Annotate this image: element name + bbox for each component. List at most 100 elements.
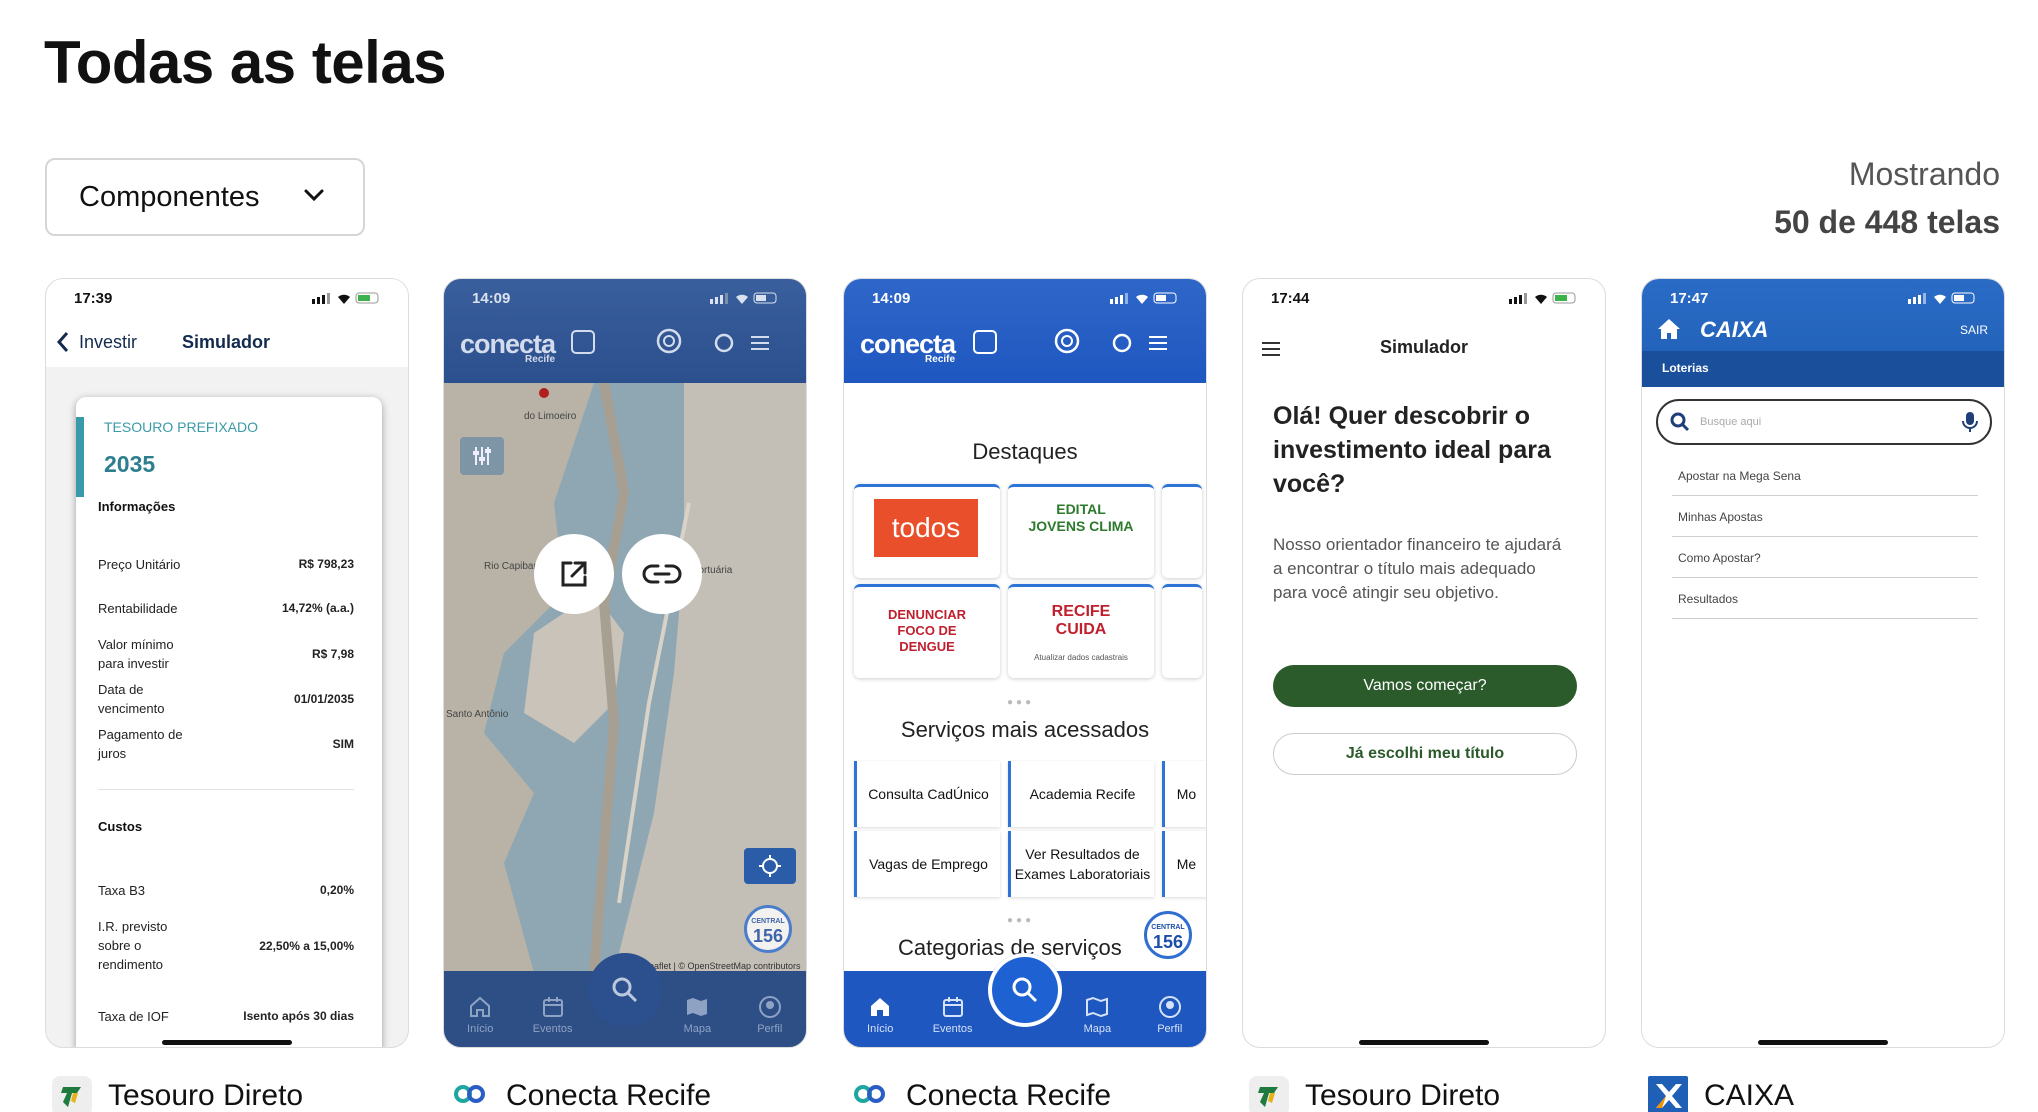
section-servicos: Serviços mais acessados	[900, 717, 1150, 742]
locate-button[interactable]	[744, 848, 796, 884]
destaque-card-jovens-clima[interactable]: EDITAL JOVENS CLIMA	[1008, 484, 1154, 578]
row-label: Valor mínimo para investir	[98, 637, 174, 671]
search-fab[interactable]	[988, 953, 1062, 1027]
calendar-icon	[942, 997, 963, 1017]
cost-row: I.R. previsto sobre o rendimento 22,50% a…	[98, 917, 354, 974]
central-number: 156	[752, 926, 784, 946]
screen-card-tesouro-welcome[interactable]: 17:44 Simulador Olá! Quer descobrir o in…	[1242, 278, 1606, 1048]
status-time: 14:09	[872, 289, 911, 307]
conecta-recife-logo	[450, 1076, 490, 1112]
menu-item-como-apostar[interactable]: Como Apostar?	[1672, 537, 1978, 578]
conectazap-icon[interactable]	[654, 327, 684, 357]
nav-label: Perfil	[757, 1023, 783, 1035]
home-indicator	[162, 1040, 292, 1045]
row-label: Taxa B3	[98, 883, 145, 898]
screen-card-conecta-home[interactable]: 14:09 conecta Recife Destaques todos EDIT…	[843, 278, 1207, 1048]
link-icon	[642, 564, 682, 584]
microphone-icon[interactable]	[1962, 411, 1978, 433]
home-icon	[470, 996, 491, 1017]
coin-icon[interactable]	[1112, 333, 1132, 353]
row-label: I.R. previsto sobre o rendimento	[98, 919, 168, 972]
status-time: 17:47	[1670, 289, 1709, 307]
status-icons	[1110, 292, 1180, 304]
nav-inicio[interactable]: Início	[854, 995, 906, 1035]
status-icons	[1908, 292, 1978, 304]
conectazap-icon[interactable]	[1052, 327, 1082, 357]
section-info: Informações	[98, 499, 176, 514]
row-label: Pagamento de juros	[98, 727, 183, 761]
prefeitura-badge-icon	[973, 330, 997, 354]
menu-item-minhas-apostas[interactable]: Minhas Apostas	[1672, 496, 1978, 537]
nav-label: Mapa	[683, 1023, 712, 1035]
service-resultados-exames[interactable]: Ver Resultados de Exames Laboratoriais	[1008, 831, 1154, 897]
card-caption[interactable]: CAIXA	[1648, 1076, 1794, 1112]
destaque-text: DENUNCIAR FOCO DE DENGUE	[888, 607, 966, 654]
destaque-card-todos[interactable]: todos	[854, 484, 1000, 578]
choose-title-button[interactable]: Já escolhi meu título	[1273, 733, 1577, 775]
logout-link[interactable]: SAIR	[1960, 323, 1988, 337]
copy-link-button[interactable]	[622, 534, 702, 614]
card-caption[interactable]: Tesouro Direto	[52, 1076, 303, 1112]
screen-card-caixa-loterias[interactable]: 17:47 CAIXA SAIR Loterias Busque aqui Ap…	[1641, 278, 2005, 1048]
nav-eventos[interactable]: Eventos	[927, 995, 979, 1035]
back-label[interactable]: Investir	[79, 332, 137, 353]
nav-eventos[interactable]: Eventos	[527, 995, 579, 1035]
prefeitura-badge-icon	[571, 330, 595, 354]
nav-label: Eventos	[532, 1023, 573, 1035]
nav-mapa[interactable]: Mapa	[1071, 995, 1123, 1035]
card-caption[interactable]: Conecta Recife	[450, 1076, 711, 1112]
home-icon	[871, 998, 890, 1016]
central-156-badge[interactable]: CENTRAL 156	[1144, 911, 1192, 959]
menu-item-resultados[interactable]: Resultados	[1672, 578, 1978, 619]
central-156-badge[interactable]: CENTRAL 156	[744, 905, 792, 953]
service-partial[interactable]: Mo	[1162, 761, 1206, 827]
info-row: Data de vencimento 01/01/2035	[98, 680, 354, 718]
search-input[interactable]: Busque aqui	[1656, 399, 1992, 445]
chevron-down-icon	[304, 189, 324, 202]
section-bar: Loterias	[1642, 351, 2004, 387]
results-count-line1: Mostrando	[1848, 156, 2000, 192]
nav-label: Eventos	[932, 1023, 973, 1035]
menu-icon[interactable]	[750, 335, 770, 351]
map-icon	[1086, 996, 1109, 1018]
service-partial[interactable]: Me	[1162, 831, 1206, 897]
destaque-card-recife-cuida[interactable]: RECIFE CUIDA Atualizar dados cadastrais	[1008, 584, 1154, 678]
results-count: Mostrando 50 de 448 telas	[1774, 150, 2000, 246]
filter-button[interactable]	[460, 437, 504, 475]
destaque-card-partial[interactable]	[1162, 584, 1202, 678]
carousel-dots: ●●●	[1007, 697, 1035, 708]
menu-item-apostar[interactable]: Apostar na Mega Sena	[1672, 455, 1978, 496]
destaque-card-partial[interactable]	[1162, 484, 1202, 578]
nav-perfil[interactable]: Perfil	[744, 995, 796, 1035]
map-label: do Limoeiro	[524, 411, 577, 422]
nav-label: Mapa	[1083, 1023, 1112, 1035]
status-icons	[312, 292, 382, 304]
screen-card-tesouro-simulador[interactable]: 17:39 Investir Simulador TESOURO PREFIXA…	[45, 278, 409, 1048]
service-consulta-cadunico[interactable]: Consulta CadÚnico	[854, 761, 1000, 827]
service-academia-recife[interactable]: Academia Recife	[1008, 761, 1154, 827]
service-vagas-emprego[interactable]: Vagas de Emprego	[854, 831, 1000, 897]
status-icons	[1509, 292, 1579, 304]
destaque-card-dengue[interactable]: DENUNCIAR FOCO DE DENGUE	[854, 584, 1000, 678]
coin-icon[interactable]	[714, 333, 734, 353]
open-external-button[interactable]	[534, 534, 614, 614]
home-icon[interactable]	[1656, 317, 1682, 341]
status-icons	[710, 292, 780, 304]
info-row: Valor mínimo para investir R$ 7,98	[98, 635, 354, 673]
menu-icon[interactable]	[1148, 335, 1168, 351]
destaque-text: RECIFE CUIDA	[1051, 603, 1111, 638]
nav-inicio[interactable]: Início	[454, 995, 506, 1035]
components-filter-dropdown[interactable]: Componentes	[45, 158, 365, 236]
profile-icon	[1158, 996, 1181, 1018]
nav-mapa[interactable]: Mapa	[671, 995, 723, 1035]
status-time: 17:44	[1271, 289, 1310, 307]
card-caption[interactable]: Conecta Recife	[850, 1076, 1111, 1112]
nav-perfil[interactable]: Perfil	[1144, 995, 1196, 1035]
screen-card-conecta-map[interactable]: 14:09 conecta Recife do Limoeiro Rio Capi…	[443, 278, 807, 1048]
sliders-icon	[473, 447, 491, 465]
card-caption[interactable]: Tesouro Direto	[1249, 1076, 1500, 1112]
start-button[interactable]: Vamos começar?	[1273, 665, 1577, 707]
accent-bar	[76, 417, 84, 497]
search-fab[interactable]	[588, 953, 662, 1027]
back-arrow-icon[interactable]	[56, 331, 70, 353]
